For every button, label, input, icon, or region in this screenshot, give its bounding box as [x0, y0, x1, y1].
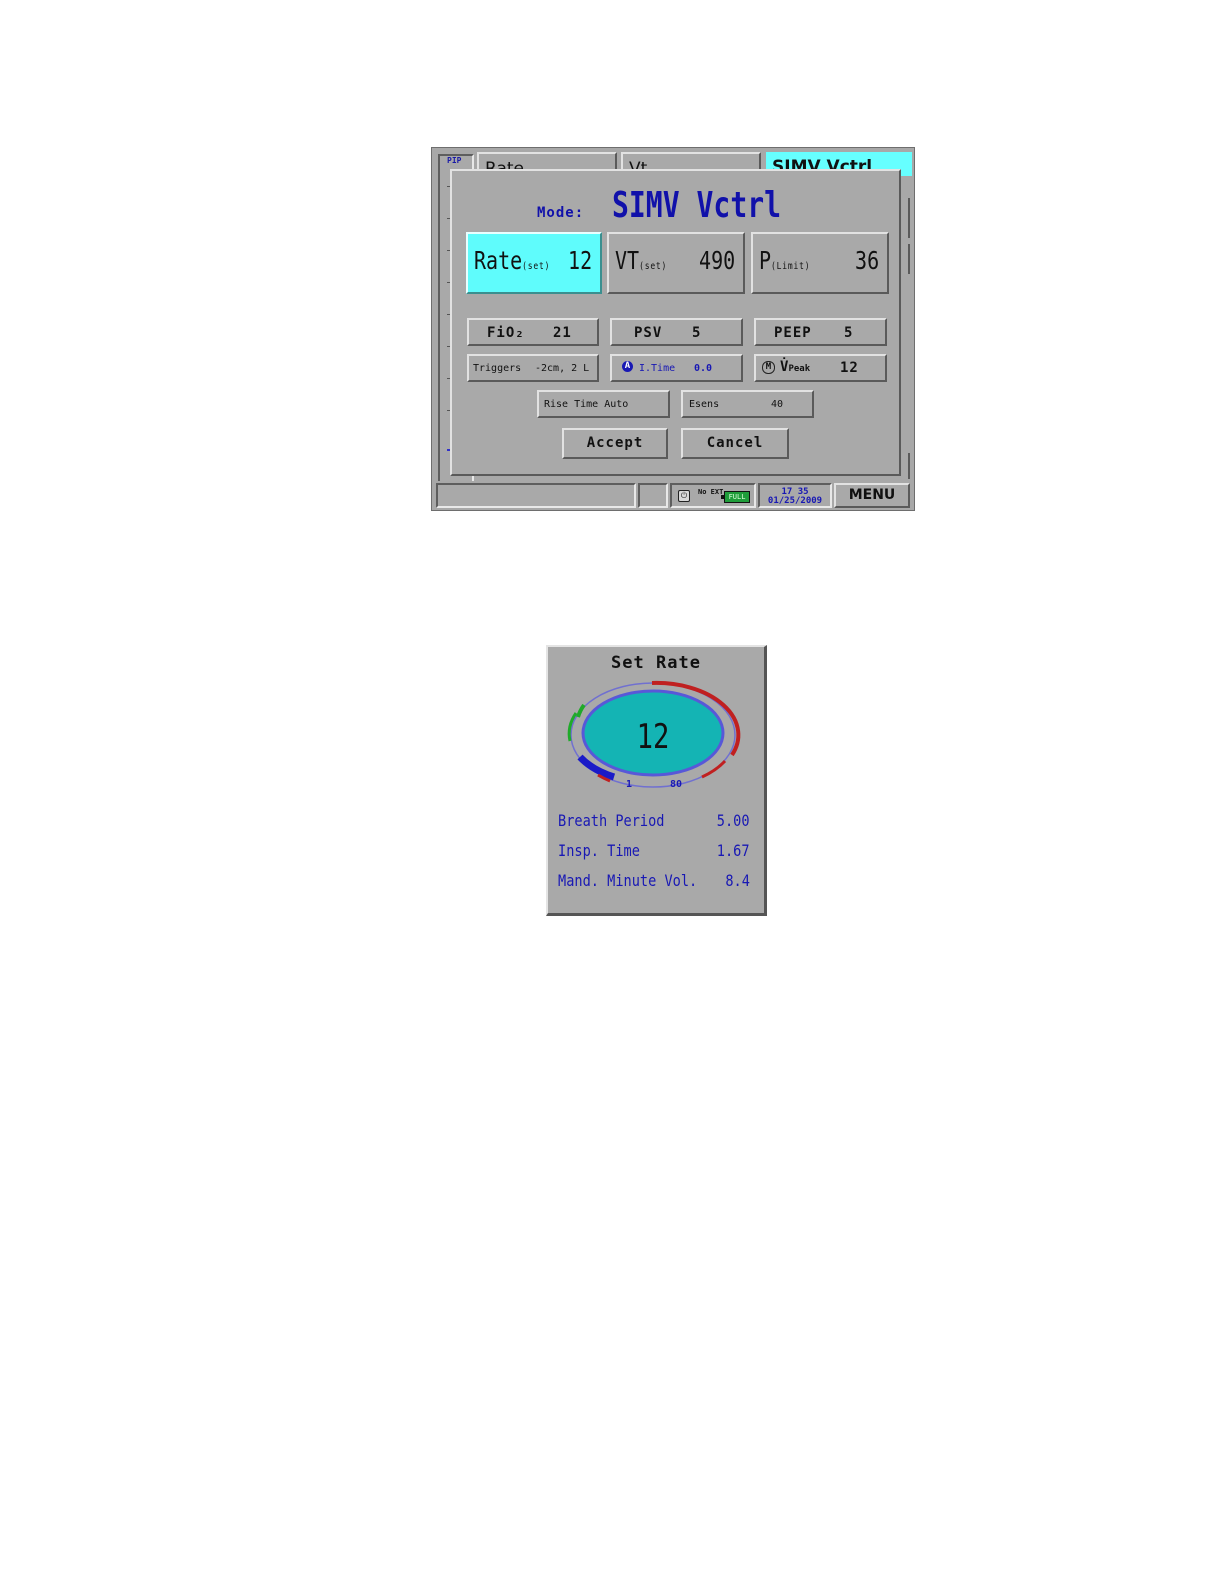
cancel-button[interactable]: Cancel [681, 428, 789, 459]
bg-side-edge [902, 453, 910, 479]
clock-date: 01/25/2009 [767, 496, 823, 506]
pip-label: PIP [447, 156, 462, 165]
plimit-label: P(Limit) [759, 246, 811, 275]
rate-value: 12 [567, 246, 592, 275]
battery-icon: FULL [721, 491, 750, 503]
insp-time-row: Insp. Time 1.67 [558, 841, 750, 860]
clock: 17 35 01/25/2009 [758, 483, 832, 508]
tidal-volume-button[interactable]: VT(set) 490 [607, 232, 745, 294]
psv-button[interactable]: PSV 5 [610, 318, 743, 346]
esens-button[interactable]: Esens 40 [681, 390, 814, 418]
bg-side-edge [902, 198, 910, 238]
triggers-value: -2cm, 2 L [535, 363, 590, 374]
peep-value: 5 [844, 325, 854, 341]
peep-button[interactable]: PEEP 5 [754, 318, 887, 346]
gauge-min-label: 1 [626, 779, 633, 790]
message-area [436, 483, 636, 508]
accept-button[interactable]: Accept [562, 428, 668, 459]
pressure-limit-button[interactable]: P(Limit) 36 [751, 232, 889, 294]
plimit-value: 36 [854, 246, 879, 275]
psv-label: PSV [634, 325, 663, 341]
set-rate-title: Set Rate [611, 653, 701, 673]
inspiratory-time-button[interactable]: A I.Time 0.0 [610, 354, 743, 382]
triggers-label: Triggers [473, 363, 522, 374]
minute-vol-label: Mand. Minute Vol. [558, 871, 698, 890]
itime-value: 0.0 [694, 363, 713, 374]
peep-label: PEEP [774, 325, 812, 341]
status-bar: ⏻ No EXT FULL 17 35 01/25/2009 MENU [432, 481, 914, 510]
vt-label: VT(set) [615, 246, 668, 275]
mode-value: SIMV Vctrl [612, 185, 782, 226]
breath-period-label: Breath Period [558, 811, 665, 830]
alarm-area [638, 483, 668, 508]
psv-value: 5 [692, 325, 702, 341]
set-rate-panel: Set Rate 12 1 80 Breath Period 5.00 Insp… [546, 645, 767, 916]
rate-label: Rate(set) [474, 246, 551, 275]
esens-value: 40 [771, 399, 784, 410]
gauge-green-arc [576, 703, 586, 718]
gauge-max-label: 80 [670, 779, 683, 790]
insp-time-value: 1.67 [717, 841, 750, 860]
vt-value: 490 [698, 246, 735, 275]
gauge-red-arc [701, 759, 727, 779]
mode-label: Mode: [537, 205, 585, 221]
ventilator-screen: PIP Rate Vt SIMV Vctrl Mode: SIMV Vctrl … [431, 147, 915, 511]
bg-side-edge [902, 244, 910, 274]
rate-set-button[interactable]: Rate(set) 12 [466, 232, 602, 294]
fio2-value: 21 [553, 325, 572, 341]
mode-settings-dialog: Mode: SIMV Vctrl Rate(set) 12 VT(set) 49… [450, 169, 901, 476]
breath-period-row: Breath Period 5.00 [558, 811, 750, 830]
menu-button[interactable]: MENU [834, 483, 910, 508]
gauge-value: 12 [636, 717, 670, 757]
triggers-button[interactable]: Triggers -2cm, 2 L [467, 354, 599, 382]
minute-vol-row: Mand. Minute Vol. 8.4 [558, 871, 750, 890]
plug-icon: ⏻ [678, 490, 690, 502]
power-status: ⏻ No EXT FULL [670, 483, 756, 508]
auto-badge-icon: A [622, 361, 633, 372]
peak-flow-button[interactable]: M V̇Peak 12 [754, 354, 887, 382]
no-ext-label: No EXT [698, 488, 724, 496]
fio2-button[interactable]: FiO₂ 21 [467, 318, 599, 346]
esens-label: Esens [689, 399, 720, 410]
minute-vol-value: 8.4 [725, 871, 750, 890]
insp-time-label: Insp. Time [558, 841, 640, 860]
manual-badge-icon: M [762, 361, 775, 374]
rise-time-button[interactable]: Rise Time Auto [537, 390, 670, 418]
vpeak-value: 12 [840, 360, 859, 376]
vpeak-label: V̇Peak [780, 359, 811, 375]
breath-period-value: 5.00 [717, 811, 750, 830]
fio2-label: FiO₂ [487, 325, 525, 341]
rise-time-label: Rise Time Auto [544, 399, 629, 410]
itime-label: I.Time [639, 363, 676, 374]
